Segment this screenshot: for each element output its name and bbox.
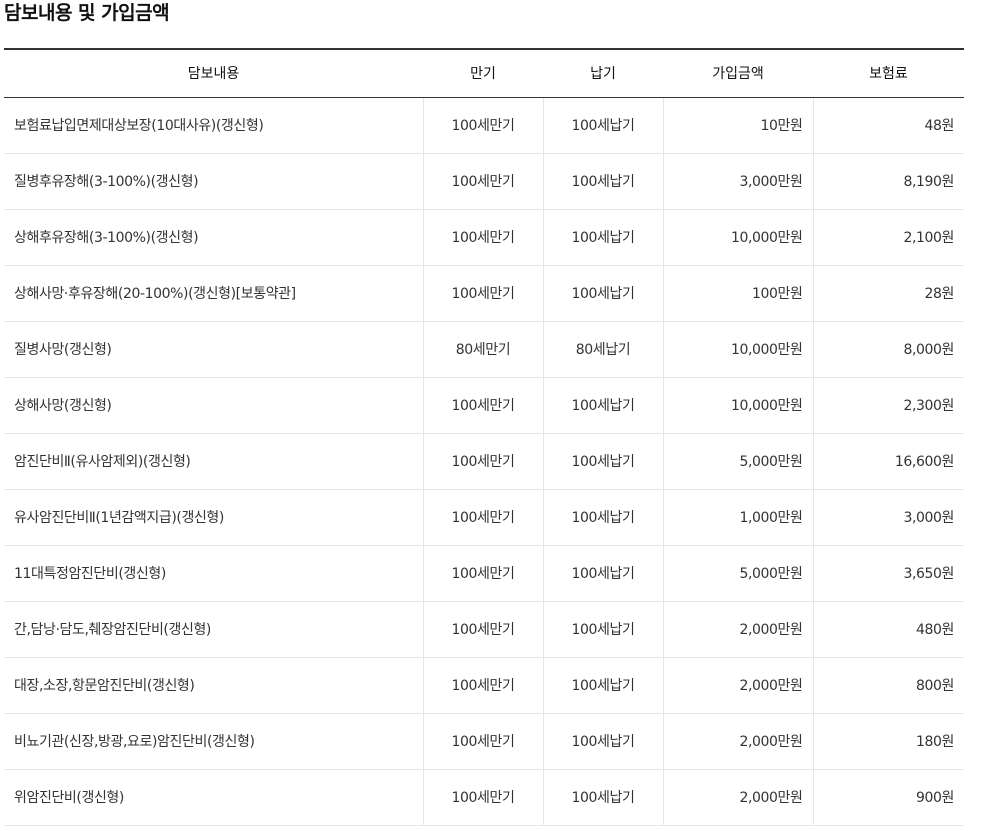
cell-maturity: 100세만기 (422, 769, 543, 826)
cell-coverage-name: 위암진단비(갱신형) (4, 769, 423, 826)
table-row: 대장,소장,항문암진단비(갱신형) 100세만기 100세납기 2,000만원 800원 (4, 657, 964, 714)
cell-premium: 8,190원 (812, 153, 964, 210)
cell-coverage-name: 상해후유장해(3-100%)(갱신형) (4, 209, 423, 266)
cell-insured-amount: 100만원 (662, 265, 813, 322)
cell-payment-period: 100세납기 (542, 657, 663, 714)
coverage-table-container: 담보내용 만기 납기 가입금액 보험료 보험료납입면제대상보장(10대사유)(갱… (4, 48, 964, 826)
cell-insured-amount: 5,000만원 (662, 433, 813, 490)
table-row: 간,담낭·담도,췌장암진단비(갱신형) 100세만기 100세납기 2,000만원 48… (4, 601, 964, 658)
cell-insured-amount: 10,000만원 (662, 209, 813, 266)
table-row: 위암진단비(갱신형) 100세만기 100세납기 2,000만원 900원 (4, 769, 964, 826)
cell-maturity: 100세만기 (422, 489, 543, 546)
table-row: 유사암진단비Ⅱ(1년감액지급)(갱신형) 100세만기 100세납기 1,000만원 3… (4, 489, 964, 546)
cell-premium: 28원 (812, 265, 964, 322)
header-insured-amount: 가입금액 (663, 48, 813, 98)
cell-maturity: 100세만기 (422, 713, 543, 770)
cell-maturity: 100세만기 (422, 601, 543, 658)
table-row: 암진단비Ⅱ(유사암제외)(갱신형) 100세만기 100세납기 5,000만원 16,6… (4, 433, 964, 490)
cell-coverage-name: 상해사망·후유장해(20-100%)(갱신형)[보통약관] (4, 265, 423, 322)
table-row: 상해사망(갱신형) 100세만기 100세납기 10,000만원 2,300원 (4, 377, 964, 434)
cell-premium: 480원 (812, 601, 964, 658)
cell-payment-period: 100세납기 (542, 489, 663, 546)
cell-maturity: 100세만기 (422, 657, 543, 714)
cell-premium: 8,000원 (812, 321, 964, 378)
cell-coverage-name: 보험료납입면제대상보장(10대사유)(갱신형) (4, 97, 423, 154)
cell-premium: 48원 (812, 97, 964, 154)
cell-maturity: 100세만기 (422, 153, 543, 210)
coverage-table: 담보내용 만기 납기 가입금액 보험료 보험료납입면제대상보장(10대사유)(갱… (4, 48, 964, 826)
cell-maturity: 100세만기 (422, 97, 543, 154)
cell-payment-period: 100세납기 (542, 769, 663, 826)
header-coverage: 담보내용 (4, 48, 423, 98)
cell-payment-period: 100세납기 (542, 153, 663, 210)
table-row: 보험료납입면제대상보장(10대사유)(갱신형) 100세만기 100세납기 10만원 4… (4, 97, 964, 154)
cell-insured-amount: 10만원 (662, 97, 813, 154)
cell-insured-amount: 10,000만원 (662, 377, 813, 434)
cell-payment-period: 100세납기 (542, 97, 663, 154)
cell-payment-period: 100세납기 (542, 713, 663, 770)
cell-insured-amount: 3,000만원 (662, 153, 813, 210)
cell-coverage-name: 유사암진단비Ⅱ(1년감액지급)(갱신형) (4, 489, 423, 546)
cell-coverage-name: 암진단비Ⅱ(유사암제외)(갱신형) (4, 433, 423, 490)
table-row: 비뇨기관(신장,방광,요로)암진단비(갱신형) 100세만기 100세납기 2,000… (4, 713, 964, 770)
cell-maturity: 100세만기 (422, 377, 543, 434)
cell-premium: 3,000원 (812, 489, 964, 546)
cell-insured-amount: 2,000만원 (662, 769, 813, 826)
cell-insured-amount: 2,000만원 (662, 601, 813, 658)
cell-payment-period: 100세납기 (542, 545, 663, 602)
cell-payment-period: 80세납기 (542, 321, 663, 378)
table-body: 보험료납입면제대상보장(10대사유)(갱신형) 100세만기 100세납기 10만원 4… (4, 97, 964, 826)
cell-premium: 3,650원 (812, 545, 964, 602)
cell-payment-period: 100세납기 (542, 601, 663, 658)
cell-premium: 16,600원 (812, 433, 964, 490)
cell-coverage-name: 질병사망(갱신형) (4, 321, 423, 378)
cell-payment-period: 100세납기 (542, 265, 663, 322)
header-payment-period: 납기 (543, 48, 663, 98)
cell-insured-amount: 5,000만원 (662, 545, 813, 602)
cell-coverage-name: 질병후유장해(3-100%)(갱신형) (4, 153, 423, 210)
cell-coverage-name: 대장,소장,항문암진단비(갱신형) (4, 657, 423, 714)
header-premium: 보험료 (813, 48, 964, 98)
cell-payment-period: 100세납기 (542, 377, 663, 434)
cell-insured-amount: 1,000만원 (662, 489, 813, 546)
cell-insured-amount: 10,000만원 (662, 321, 813, 378)
header-maturity: 만기 (423, 48, 543, 98)
cell-insured-amount: 2,000만원 (662, 657, 813, 714)
table-row: 11대특정암진단비(갱신형) 100세만기 100세납기 5,000만원 3,650원 (4, 545, 964, 602)
cell-premium: 2,300원 (812, 377, 964, 434)
cell-coverage-name: 11대특정암진단비(갱신형) (4, 545, 423, 602)
page-title: 담보내용 및 가입금액 (4, 2, 170, 24)
table-header-row: 담보내용 만기 납기 가입금액 보험료 (4, 48, 964, 98)
cell-premium: 900원 (812, 769, 964, 826)
table-row: 상해사망·후유장해(20-100%)(갱신형)[보통약관] 100세만기 100세납… (4, 265, 964, 322)
cell-premium: 800원 (812, 657, 964, 714)
cell-premium: 180원 (812, 713, 964, 770)
cell-maturity: 80세만기 (422, 321, 543, 378)
cell-maturity: 100세만기 (422, 545, 543, 602)
cell-payment-period: 100세납기 (542, 433, 663, 490)
cell-coverage-name: 비뇨기관(신장,방광,요로)암진단비(갱신형) (4, 713, 423, 770)
cell-maturity: 100세만기 (422, 209, 543, 266)
table-row: 상해후유장해(3-100%)(갱신형) 100세만기 100세납기 10,000만원 2… (4, 209, 964, 266)
cell-coverage-name: 간,담낭·담도,췌장암진단비(갱신형) (4, 601, 423, 658)
cell-premium: 2,100원 (812, 209, 964, 266)
cell-maturity: 100세만기 (422, 433, 543, 490)
cell-coverage-name: 상해사망(갱신형) (4, 377, 423, 434)
cell-payment-period: 100세납기 (542, 209, 663, 266)
table-row: 질병사망(갱신형) 80세만기 80세납기 10,000만원 8,000원 (4, 321, 964, 378)
cell-insured-amount: 2,000만원 (662, 713, 813, 770)
cell-maturity: 100세만기 (422, 265, 543, 322)
table-row: 질병후유장해(3-100%)(갱신형) 100세만기 100세납기 3,000만원 8,… (4, 153, 964, 210)
